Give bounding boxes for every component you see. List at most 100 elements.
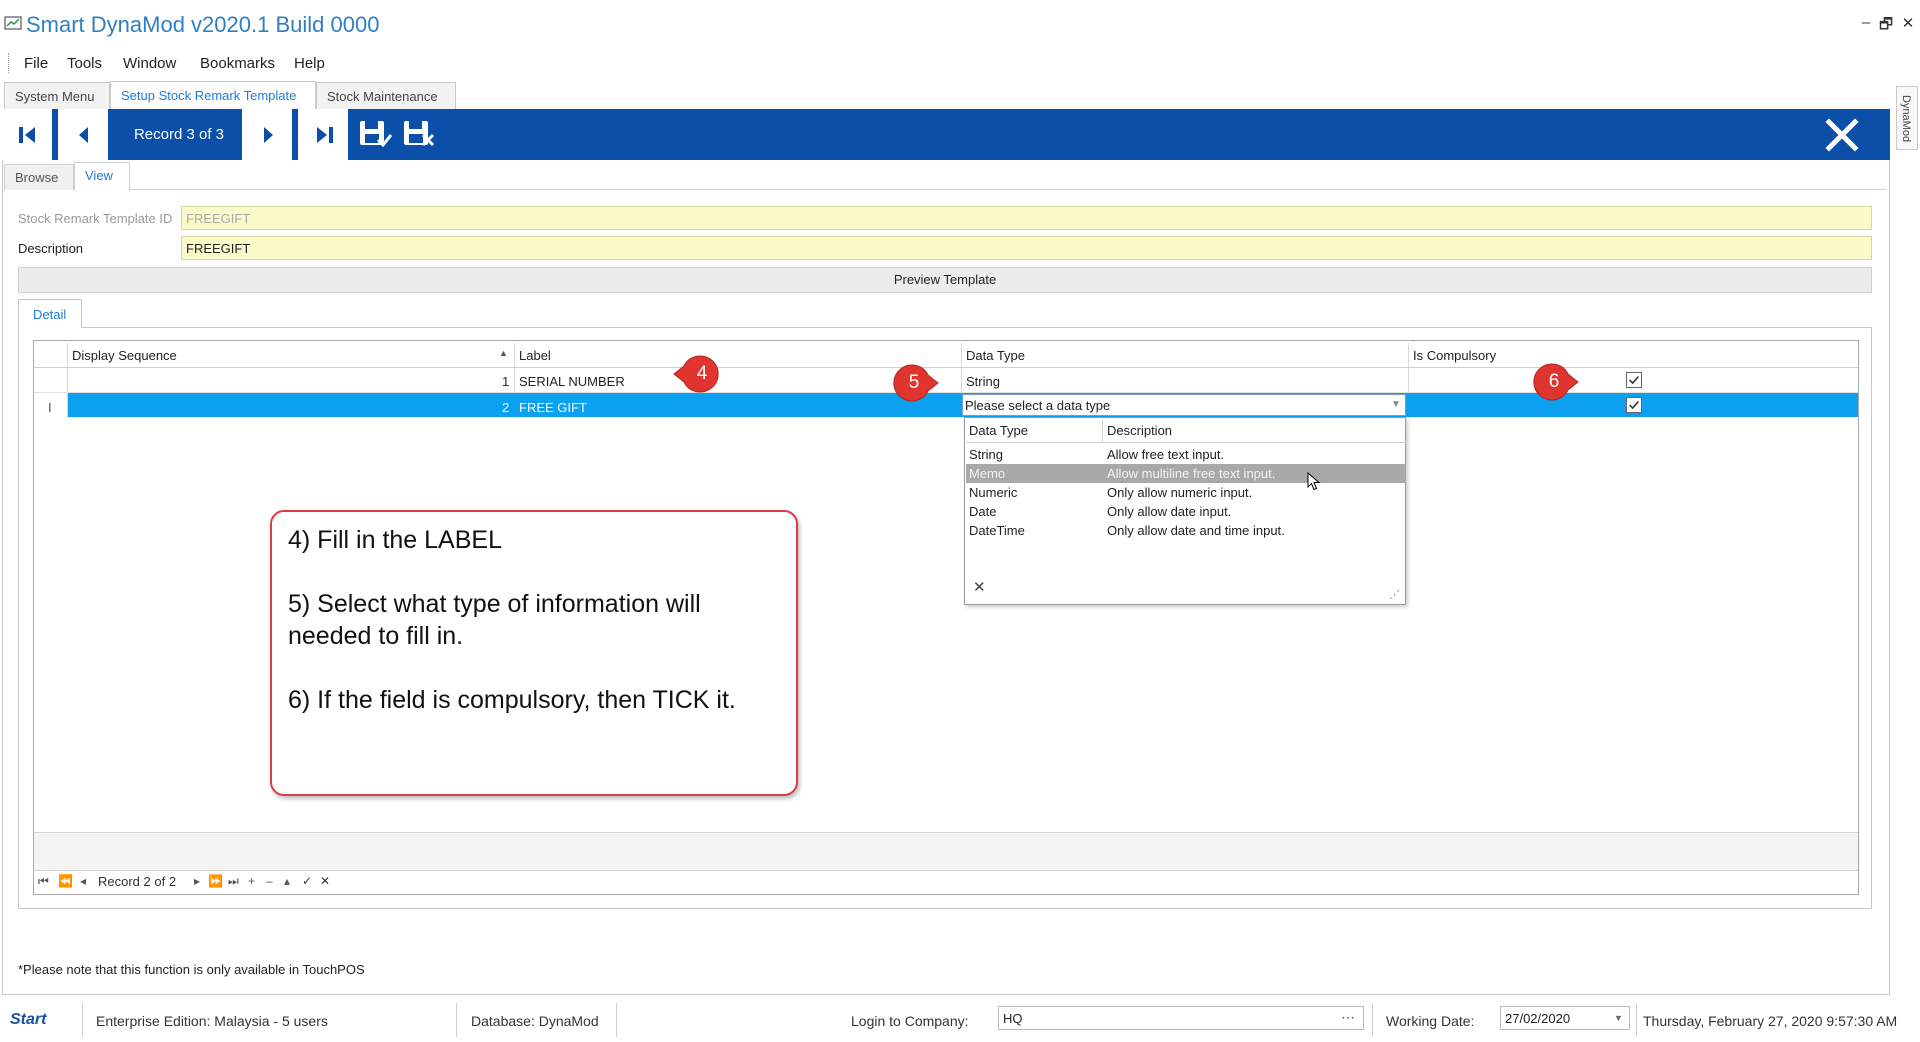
data-type-dropdown-input[interactable]: Please select a data type xyxy=(962,394,1406,416)
row1-sequence[interactable]: 1 xyxy=(502,370,509,392)
popup-col-data-type: Data Type xyxy=(969,423,1029,438)
row1-data-type[interactable]: String xyxy=(966,370,1000,392)
app-icon xyxy=(4,16,22,30)
option-datetime[interactable]: DateTime Only allow date and time input. xyxy=(966,521,1406,540)
status-separator xyxy=(616,1003,617,1037)
grid-record-counter: Record 2 of 2 xyxy=(98,874,177,889)
record-counter: Record 3 of 3 xyxy=(133,126,225,143)
nav-append-icon[interactable]: + xyxy=(248,874,255,888)
template-id-field: FREEGIFT xyxy=(181,206,1872,230)
save-icon[interactable] xyxy=(358,118,392,150)
working-date-field[interactable]: 27/02/2020 xyxy=(1500,1006,1630,1030)
start-logo: Start xyxy=(10,1011,47,1028)
status-separator xyxy=(1372,1003,1373,1037)
nav-post-icon[interactable]: ✓ xyxy=(302,874,312,888)
popup-col-separator xyxy=(1102,420,1103,442)
save-and-close-icon[interactable] xyxy=(402,118,436,150)
menu-grip xyxy=(8,53,10,73)
side-tab-dynamod[interactable]: DynaMod xyxy=(1896,86,1918,150)
description-label: Description xyxy=(18,241,84,256)
option-memo[interactable]: Memo Allow multiline free text input. xyxy=(966,464,1406,483)
subtab-divider xyxy=(130,189,1886,190)
record-toolbar: Record 3 of 3 xyxy=(2,109,1890,160)
note-step-6: 6) If the field is compulsory, then TICK… xyxy=(288,686,736,714)
status-separator xyxy=(82,1003,83,1037)
tab-stock-maintenance[interactable]: Stock Maintenance xyxy=(316,82,456,109)
menu-bookmarks[interactable]: Bookmarks xyxy=(200,55,275,72)
row2-compulsory-checkbox[interactable] xyxy=(1626,397,1642,413)
option-type: Numeric xyxy=(969,485,1018,500)
dropdown-arrow-icon[interactable]: ▼ xyxy=(1388,396,1404,414)
nav-next-page-icon[interactable]: ⏩ xyxy=(208,874,223,888)
next-record-icon xyxy=(264,127,273,143)
option-desc: Allow multiline free text input. xyxy=(1107,466,1276,481)
option-desc: Only allow numeric input. xyxy=(1107,485,1253,500)
tab-system-menu[interactable]: System Menu xyxy=(4,82,110,109)
tab-browse[interactable]: Browse xyxy=(4,164,74,190)
row2-label[interactable]: FREE GIFT xyxy=(519,396,587,418)
status-separator xyxy=(456,1003,457,1037)
first-record-icon xyxy=(19,127,35,143)
menu-tools[interactable]: Tools xyxy=(67,55,102,72)
option-type: String xyxy=(969,447,1003,462)
option-desc: Only allow date and time input. xyxy=(1107,523,1285,538)
popup-header-divider xyxy=(966,442,1406,443)
col-display-sequence[interactable]: Display Sequence xyxy=(72,343,177,367)
nav-cancel-icon[interactable]: ✕ xyxy=(320,874,330,888)
working-date-label: Working Date: xyxy=(1386,1013,1475,1029)
first-record-button[interactable] xyxy=(2,109,53,160)
nav-last-icon[interactable]: ⏭ xyxy=(228,874,239,889)
callout-text: 6 xyxy=(1548,371,1560,392)
restore-icon[interactable]: 🗗 xyxy=(1876,14,1896,39)
note-step-5: 5) Select what type of information will … xyxy=(288,590,701,650)
preview-template-button[interactable]: Preview Template xyxy=(18,267,1872,293)
callout-4-label: 4 xyxy=(680,354,734,394)
menu-help[interactable]: Help xyxy=(294,55,325,72)
popup-close-icon[interactable]: ✕ xyxy=(973,578,986,596)
data-type-popup: Data Type Description String Allow free t… xyxy=(964,417,1406,605)
nav-first-icon[interactable]: ⏮ xyxy=(38,874,49,889)
window-close-icon[interactable]: ✕ xyxy=(1898,14,1918,32)
row1-compulsory-checkbox[interactable] xyxy=(1626,372,1642,388)
option-date[interactable]: Date Only allow date input. xyxy=(966,502,1406,521)
login-company-label: Login to Company: xyxy=(851,1013,969,1029)
nav-prev-page-icon[interactable]: ⏪ xyxy=(58,874,73,888)
callout-6-label: 6 xyxy=(1532,362,1586,402)
date-dropdown-icon[interactable]: ▼ xyxy=(1614,1013,1623,1023)
col-label[interactable]: Label xyxy=(519,343,551,367)
sort-asc-icon: ▲ xyxy=(499,348,508,358)
row1-label[interactable]: SERIAL NUMBER xyxy=(519,370,625,392)
current-datetime: Thursday, February 27, 2020 9:57:30 AM xyxy=(1643,1013,1898,1029)
edition-info: Enterprise Edition: Malaysia - 5 users xyxy=(96,1013,328,1029)
last-record-icon xyxy=(317,127,333,143)
description-field[interactable]: FREEGIFT xyxy=(181,236,1872,260)
nav-edit-icon[interactable]: ▴ xyxy=(284,874,290,888)
option-desc: Only allow date input. xyxy=(1107,504,1232,519)
menu-file[interactable]: File xyxy=(24,55,48,72)
row2-sequence[interactable]: 2 xyxy=(502,396,509,418)
callout-5-label: 5 xyxy=(892,363,946,403)
col-is-compulsory[interactable]: Is Compulsory xyxy=(1413,343,1496,367)
tab-setup-stock-remark-template[interactable]: Setup Stock Remark Template xyxy=(110,81,316,110)
popup-col-description: Description xyxy=(1107,423,1173,438)
company-ellipsis-button[interactable]: ⋯ xyxy=(1341,1009,1355,1026)
tab-view[interactable]: View xyxy=(74,162,130,191)
nav-prev-icon[interactable]: ◂ xyxy=(80,874,86,888)
nav-next-icon[interactable]: ▸ xyxy=(194,874,200,888)
option-string[interactable]: String Allow free text input. xyxy=(966,445,1406,464)
option-numeric[interactable]: Numeric Only allow numeric input. xyxy=(966,483,1406,502)
option-type: DateTime xyxy=(969,523,1025,538)
last-record-button[interactable] xyxy=(298,109,349,160)
tab-detail[interactable]: Detail xyxy=(18,299,82,328)
close-form-icon[interactable] xyxy=(1824,117,1860,153)
next-record-button[interactable] xyxy=(242,109,293,160)
resize-grip-icon[interactable]: ⋰ xyxy=(1389,588,1400,601)
company-field[interactable]: HQ xyxy=(998,1006,1364,1030)
menu-window[interactable]: Window xyxy=(123,55,176,72)
prev-record-button[interactable] xyxy=(58,109,109,160)
nav-delete-icon[interactable]: – xyxy=(266,874,273,888)
callout-text: 4 xyxy=(696,363,708,384)
col-data-type[interactable]: Data Type xyxy=(966,343,1025,367)
minimize-icon[interactable]: – xyxy=(1856,14,1876,31)
app-title: Smart DynaMod v2020.1 Build 0000 xyxy=(26,12,380,37)
